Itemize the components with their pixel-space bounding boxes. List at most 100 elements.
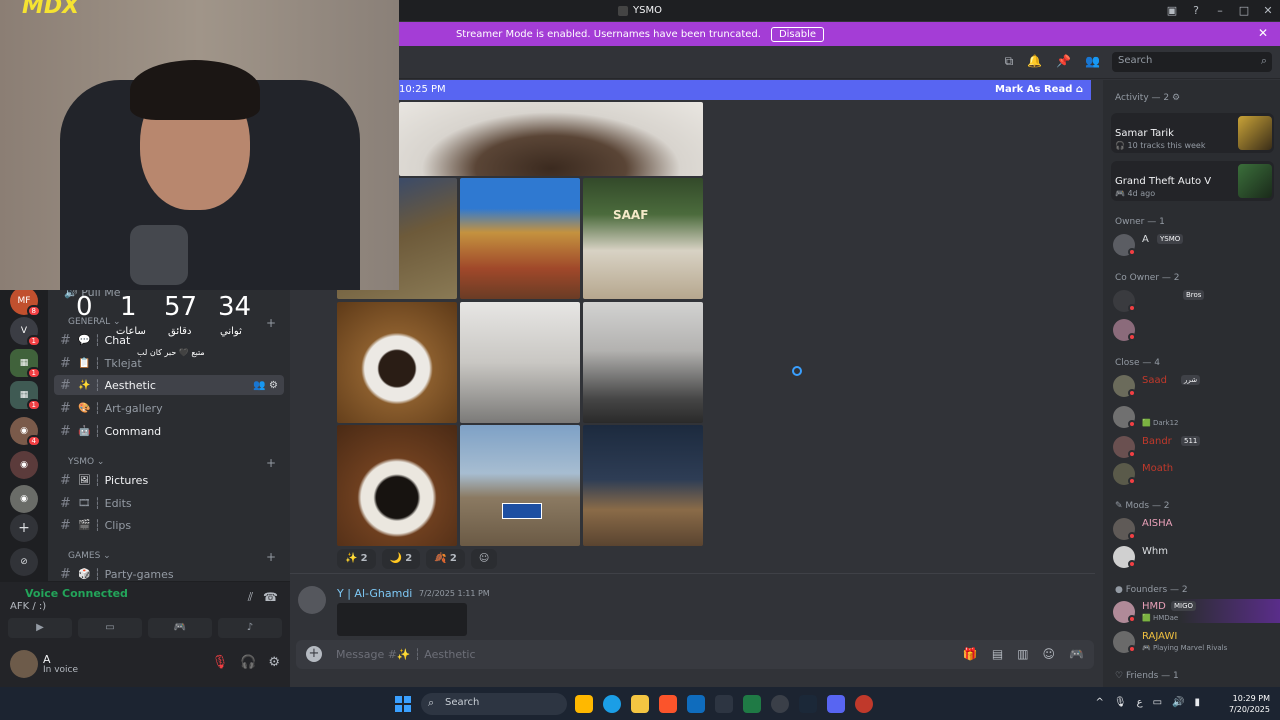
activity-icon[interactable]: 🎮 (1069, 647, 1084, 661)
inbox-icon[interactable]: ▣ (1160, 4, 1184, 17)
headphones-icon[interactable]: 🎧 (240, 655, 256, 670)
taskbar-clock[interactable]: 10:29 PM 7/20/2025 (1229, 693, 1270, 715)
image-cup-table[interactable] (337, 425, 457, 546)
disable-button[interactable]: Disable (770, 26, 825, 42)
member-mod-2[interactable]: Whm (1113, 544, 1273, 568)
outlook-icon[interactable] (687, 695, 705, 713)
channel-pictures[interactable]: # 🖼 ┆ Pictures (54, 470, 284, 490)
volume-icon[interactable]: 🔊 (1172, 697, 1184, 708)
reaction-2[interactable]: 🌙 2 (381, 549, 421, 569)
image-night-building[interactable] (583, 425, 703, 546)
search-input[interactable]: Search ⌕ (1112, 52, 1272, 72)
camera-button[interactable]: ▶ (8, 618, 72, 638)
add-channel-icon[interactable]: + (266, 456, 276, 470)
bell-icon[interactable]: 🔔 (1027, 54, 1042, 69)
category-games[interactable]: GAMES ⌄ + (68, 550, 276, 564)
member-close-1[interactable]: Saad شرر (1113, 373, 1273, 397)
steam-icon[interactable] (799, 695, 817, 713)
channel-settings-icon[interactable]: 👥 ⚙ (253, 380, 278, 391)
channel-aesthetic[interactable]: # ✨ ┆ Aesthetic 👥 ⚙ (54, 375, 284, 395)
category-ysmo[interactable]: YSMO ⌄ + (68, 456, 276, 470)
keyboard-layout-icon[interactable]: ع (1137, 697, 1143, 708)
soundboard-button[interactable]: ♪ (218, 618, 282, 638)
server-icon[interactable]: V1 (10, 317, 41, 347)
minimize-button[interactable]: – (1208, 4, 1232, 17)
reaction-1[interactable]: ✨ 2 (337, 549, 376, 569)
activity-card-game[interactable]: Grand Theft Auto V 🎮 4d ago (1111, 161, 1274, 201)
help-icon[interactable]: ? (1184, 4, 1208, 17)
avatar[interactable] (10, 650, 38, 678)
close-icon[interactable]: ✕ (1258, 26, 1268, 40)
avatar[interactable] (298, 586, 326, 614)
member-close-2[interactable]: 🟩 Dark12 (1113, 404, 1273, 428)
member-founder-1[interactable]: HMD MIGO 🟩 HMDae (1113, 599, 1280, 623)
excel-icon[interactable] (743, 695, 761, 713)
threads-icon[interactable]: ⧉ (1005, 54, 1014, 69)
server-icon[interactable]: ◉ (10, 451, 38, 479)
app-icon[interactable] (771, 695, 789, 713)
battery-icon[interactable]: ▮ (1194, 697, 1200, 708)
server-folder-icon[interactable]: ▦ 1 (10, 381, 41, 411)
discover-icon[interactable]: ⊘ (10, 548, 38, 576)
network-icon[interactable]: ▭ (1153, 697, 1162, 708)
new-messages-bar[interactable]: 10:25 PM Mark As Read ⌂ (399, 80, 1091, 100)
add-server-icon[interactable]: + (10, 514, 38, 542)
member-owner[interactable]: A YSMO (1113, 232, 1273, 256)
member-coowner-1[interactable]: Bros (1113, 288, 1273, 312)
chevron-up-icon[interactable]: ^ (1096, 697, 1104, 708)
image-saaf-store[interactable]: SAAF (583, 178, 703, 299)
folder-icon[interactable] (631, 695, 649, 713)
message-attachment[interactable] (337, 603, 467, 636)
server-icon[interactable]: MF 8 (10, 287, 41, 317)
mute-icon[interactable]: 🎙 (212, 655, 229, 670)
gear-icon[interactable]: ⚙ (268, 655, 280, 670)
image-collage[interactable] (460, 178, 580, 299)
pin-icon[interactable]: 📌 (1056, 54, 1071, 69)
image-coffee-cup[interactable] (337, 302, 457, 423)
edge-icon[interactable] (603, 695, 621, 713)
store-icon[interactable] (575, 695, 593, 713)
image-mountain-road[interactable] (460, 425, 580, 546)
noise-suppression-icon[interactable]: ⫽ (248, 590, 253, 605)
add-reaction-button[interactable]: ☺ (470, 549, 498, 569)
close-window-button[interactable]: ✕ (1256, 4, 1280, 17)
image-coffee-machine[interactable] (583, 302, 703, 423)
taskbar-search[interactable]: ⌕ Search (421, 693, 567, 715)
image-cafe-counter[interactable] (460, 302, 580, 423)
maximize-button[interactable]: □ (1232, 4, 1256, 17)
activity-button[interactable]: 🎮 (148, 618, 212, 638)
gif-icon[interactable]: ▤ (992, 647, 1003, 661)
windows-start-icon[interactable] (395, 696, 411, 712)
sticker-icon[interactable]: ▥ (1017, 647, 1028, 661)
member-close-3[interactable]: Bandr 511 (1113, 434, 1273, 458)
gift-icon[interactable]: 🎁 (963, 647, 978, 661)
message-input[interactable]: Message #✨ ┆ Aesthetic (336, 648, 476, 661)
channel-clips[interactable]: # 🎬 ┆ Clips (54, 515, 284, 535)
app-icon[interactable] (715, 695, 733, 713)
server-icon[interactable]: ◉ 4 (10, 417, 41, 447)
member-mod-1[interactable]: AISHA (1113, 516, 1273, 540)
discord-icon[interactable] (827, 695, 845, 713)
add-attachment-button[interactable]: + (306, 646, 322, 662)
server-icon[interactable]: ◉ (10, 485, 38, 513)
voice-channel-name[interactable]: AFK / :) (10, 601, 46, 612)
member-close-4[interactable]: Moath (1113, 461, 1273, 485)
members-icon[interactable]: 👥 (1085, 54, 1100, 69)
brave-icon[interactable] (659, 695, 677, 713)
channel-edits[interactable]: # 🎞 ┆ Edits (54, 493, 284, 513)
add-channel-icon[interactable]: + (266, 550, 276, 564)
screen-share-button[interactable]: ▭ (78, 618, 142, 638)
channel-command[interactable]: # 🤖 ┆ Command (54, 421, 284, 441)
app-icon[interactable] (855, 695, 873, 713)
message-composer[interactable]: + Message #✨ ┆ Aesthetic 🎁 ▤ ▥ ☺ 🎮 (296, 640, 1094, 669)
mark-as-read-button[interactable]: Mark As Read ⌂ (995, 84, 1083, 95)
emoji-icon[interactable]: ☺ (1043, 647, 1056, 661)
message-author[interactable]: Y | Al-Ghamdi (337, 587, 412, 600)
disconnect-icon[interactable]: ☎ (263, 590, 278, 605)
channel-art-gallery[interactable]: # 🎨 ┆ Art-gallery (54, 398, 284, 418)
member-coowner-2[interactable] (1113, 317, 1273, 341)
microphone-icon[interactable]: 🎙 (1114, 697, 1127, 708)
server-folder-icon[interactable]: ▦ 1 (10, 349, 41, 379)
member-founder-2[interactable]: RAJAWI 🎮 Playing Marvel Rivals (1113, 629, 1273, 653)
image-coffee-top[interactable] (399, 102, 703, 176)
